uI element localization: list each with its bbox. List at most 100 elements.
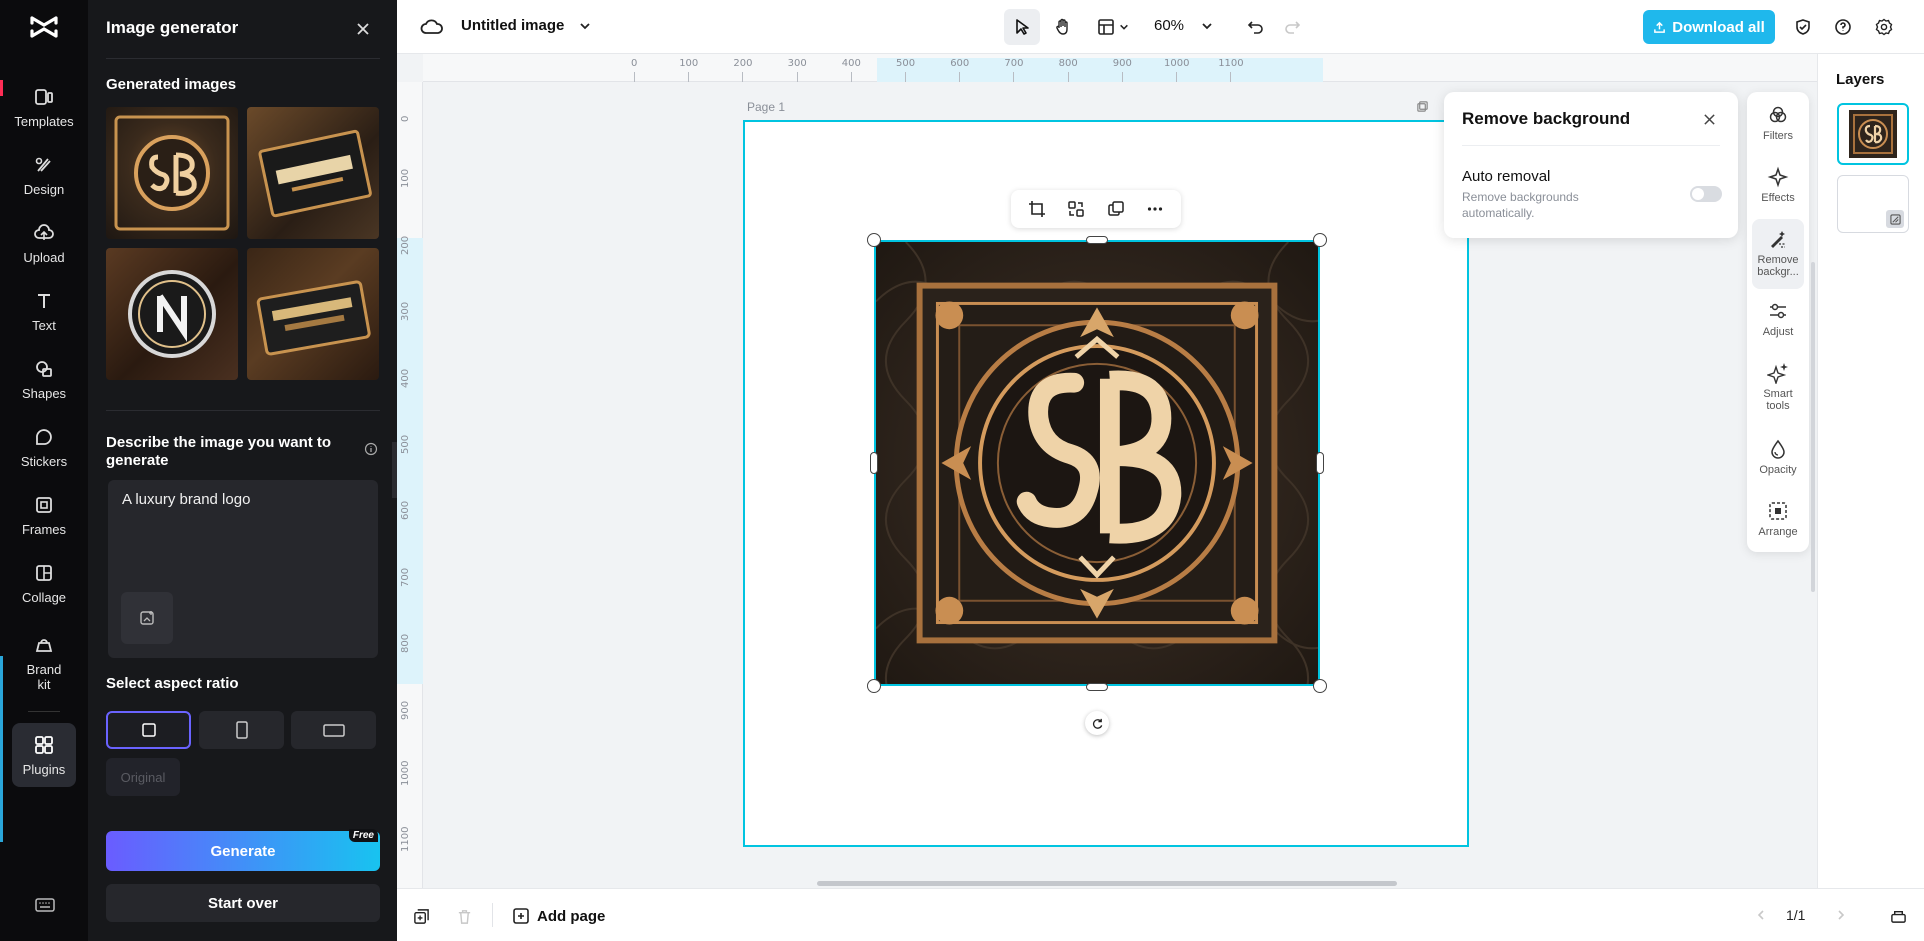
more-options-button[interactable] [1143,197,1167,221]
document-title[interactable]: Untitled image [461,17,564,34]
capcut-logo[interactable] [28,14,60,40]
title-dropdown-button[interactable] [577,18,593,34]
original-ratio-button[interactable]: Original [106,758,180,796]
bottom-bar: Add page 1/1 [397,888,1924,941]
close-panel-button[interactable] [350,16,376,42]
resize-handle-bottom-right[interactable] [1313,679,1327,693]
zoom-dropdown-button[interactable] [1197,16,1217,36]
auto-removal-label: Auto removal [1462,168,1551,185]
start-over-button[interactable]: Start over [106,884,380,922]
layers-title: Layers [1836,71,1885,88]
chevron-right-icon [1838,910,1845,920]
page-duplicate-button[interactable] [1414,98,1430,114]
auto-removal-toggle[interactable] [1690,186,1722,202]
tool-label: Effects [1761,192,1795,204]
page-panel-button[interactable] [1887,904,1909,926]
aspect-portrait-option[interactable] [199,711,284,749]
rail-item-text[interactable]: Text [0,280,88,342]
hand-tool-button[interactable] [1045,9,1081,45]
duplicate-page-button[interactable] [410,905,432,927]
duplicate-page-icon [413,908,429,924]
prompt-label: Describe the image you want to generate [106,434,332,469]
resize-handle-top[interactable] [1086,236,1108,244]
panel-divider [106,410,380,411]
selected-image[interactable] [874,240,1320,686]
tool-effects[interactable]: Effects [1752,166,1804,204]
resize-handle-left[interactable] [870,452,878,474]
rail-item-frames[interactable]: Frames [0,484,88,546]
tool-filters[interactable]: Filters [1752,104,1804,142]
rail-item-plugins[interactable]: Plugins [0,722,88,788]
rail-item-stickers[interactable]: Stickers [0,416,88,478]
select-tool-button[interactable] [1004,9,1040,45]
add-page-label: Add page [537,907,606,925]
rail-item-brand-kit[interactable]: Brand kit [0,628,88,698]
help-button[interactable] [1830,14,1856,40]
add-page-button[interactable]: Add page [512,901,605,931]
keyboard-shortcuts-button[interactable] [34,896,56,914]
rail-item-shapes[interactable]: Shapes [0,348,88,410]
rail-scroll-indicator [0,656,3,842]
layout-menu-button[interactable] [1091,9,1135,45]
image-context-toolbar [1011,190,1181,228]
prompt-info-button[interactable] [364,442,378,456]
resize-handle-bottom[interactable] [1086,683,1108,691]
tool-adjust[interactable]: Adjust [1752,300,1804,338]
shield-check-icon [1796,19,1810,35]
privacy-button[interactable] [1790,14,1816,40]
crop-button[interactable] [1025,197,1049,221]
generate-button[interactable]: Generate Free [106,829,380,871]
cloud-save-button[interactable] [420,16,444,38]
download-all-label: Download all [1672,18,1765,36]
redo-button[interactable] [1279,14,1305,40]
ruler-x-tick-mark [796,72,798,82]
tool-arrange[interactable]: Arrange [1752,500,1804,538]
resize-handle-top-left[interactable] [867,233,881,247]
bottom-divider [492,903,493,927]
prompt-textarea[interactable]: A luxury brand logo [108,480,378,658]
add-reference-image-button[interactable] [121,592,173,644]
panel-divider [106,58,380,59]
generate-label: Generate [210,842,276,860]
duplicate-button[interactable] [1104,197,1128,221]
layer-item-image[interactable] [1837,103,1909,165]
settings-button[interactable] [1871,14,1897,40]
resize-handle-right[interactable] [1316,452,1324,474]
aspect-square-option[interactable] [106,711,191,749]
rail-item-design[interactable]: Design [0,144,88,206]
cloud-icon [420,19,443,34]
ruler-y-tick: 100 [400,169,411,189]
tool-remove-background[interactable]: Remove backgr... [1752,228,1804,278]
redo-icon [1285,21,1301,34]
resize-handle-top-right[interactable] [1313,233,1327,247]
more-icon [1148,207,1163,211]
chevron-down-icon [580,23,590,30]
rail-item-templates[interactable]: Templates [0,76,88,138]
aspect-landscape-option[interactable] [291,711,376,749]
zoom-level[interactable]: 60% [1154,17,1184,34]
undo-button[interactable] [1243,14,1269,40]
logo-thumbnail [114,115,230,231]
generated-image-3[interactable] [106,248,238,380]
rail-item-upload[interactable]: Upload [0,212,88,274]
templates-icon [35,88,53,105]
previous-page-button[interactable] [1751,905,1771,925]
next-page-button[interactable] [1831,905,1851,925]
tools-scrollbar[interactable] [1811,262,1815,592]
download-all-button[interactable]: Download all [1643,10,1775,44]
tool-smart-tools[interactable]: Smart tools [1752,362,1804,412]
close-popover-button[interactable] [1697,107,1721,131]
remove-background-popover: Remove background Auto removal Remove ba… [1444,92,1738,238]
generated-image-2[interactable] [247,107,379,239]
generated-image-4[interactable] [247,248,379,380]
delete-page-button[interactable] [453,905,475,927]
generated-image-1[interactable] [106,107,238,239]
layer-item-background[interactable] [1837,175,1909,233]
replace-image-button[interactable] [1064,197,1088,221]
resize-handle-bottom-left[interactable] [867,679,881,693]
rotate-handle[interactable] [1085,711,1109,735]
rail-item-collage[interactable]: Collage [0,552,88,614]
tool-opacity[interactable]: Opacity [1752,438,1804,476]
rail-label: Templates [14,113,74,129]
horizontal-scrollbar[interactable] [817,881,1397,886]
